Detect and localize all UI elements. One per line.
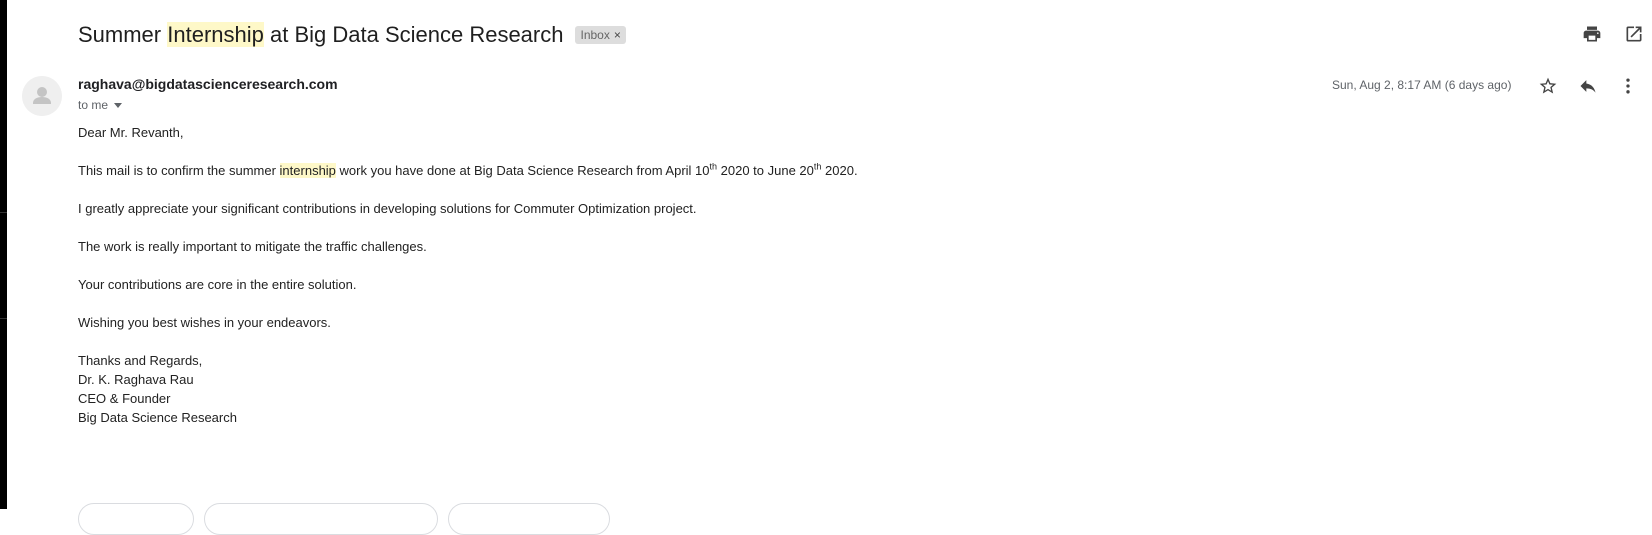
p1-text-c: 2020 to June 20 <box>717 163 814 178</box>
recipient-text: to me <box>78 98 109 112</box>
quick-reply-chips <box>78 503 610 535</box>
body-paragraph-1: This mail is to confirm the summer inter… <box>78 161 1578 180</box>
body-paragraph-3: The work is really important to mitigate… <box>78 239 427 254</box>
p1-text-a: This mail is to confirm the summer <box>78 163 280 178</box>
p1-superscript-1: th <box>709 161 718 172</box>
body-paragraph-4: Your contributions are core in the entir… <box>78 277 357 292</box>
p1-search-highlight: internship <box>279 163 336 178</box>
inbox-label-chip: Inbox × <box>575 26 626 44</box>
p1-text-d: 2020. <box>821 163 858 178</box>
thread-actions <box>1580 22 1646 46</box>
default-avatar-icon <box>22 76 62 116</box>
edge-divider <box>0 212 7 213</box>
signature-line-1: Thanks and Regards, <box>78 353 203 368</box>
reply-icon[interactable] <box>1576 74 1600 98</box>
email-subject: Summer Internship at Big Data Science Re… <box>78 22 563 48</box>
star-icon[interactable] <box>1536 74 1560 98</box>
subject-search-highlight: Internship <box>167 22 264 47</box>
sender-email[interactable]: raghava@bigdatascienceresearch.com <box>78 76 338 92</box>
subject-text-after: at Big Data Science Research <box>263 22 564 47</box>
message-actions <box>1536 74 1640 98</box>
signature-line-3: CEO & Founder <box>78 391 171 406</box>
more-vertical-icon[interactable] <box>1616 74 1640 98</box>
label-text: Inbox <box>580 28 610 42</box>
signature-line-2: Dr. K. Raghava Rau <box>78 372 194 387</box>
subject-text-before: Summer <box>78 22 168 47</box>
edge-divider <box>0 318 7 319</box>
subject-row: Summer Internship at Big Data Science Re… <box>78 18 626 52</box>
quick-reply-chip[interactable] <box>78 503 194 535</box>
body-paragraph-2: I greatly appreciate your significant co… <box>78 201 697 216</box>
print-icon[interactable] <box>1580 22 1604 46</box>
quick-reply-chip[interactable] <box>448 503 610 535</box>
quick-reply-chip[interactable] <box>204 503 438 535</box>
message-date: Sun, Aug 2, 8:17 AM (6 days ago) <box>1332 78 1512 92</box>
email-body: Dear Mr. Revanth, This mail is to confir… <box>78 123 1578 427</box>
sender-avatar[interactable] <box>22 76 62 116</box>
show-details-chevron-icon[interactable] <box>114 102 123 108</box>
remove-label-button[interactable]: × <box>614 28 621 42</box>
greeting: Dear Mr. Revanth, <box>78 125 184 140</box>
window-left-edge <box>0 0 7 509</box>
body-paragraph-5: Wishing you best wishes in your endeavor… <box>78 315 331 330</box>
recipient-line: to me <box>78 98 123 112</box>
signature-line-4: Big Data Science Research <box>78 410 237 425</box>
open-in-new-window-icon[interactable] <box>1622 22 1646 46</box>
p1-text-b: work you have done at Big Data Science R… <box>335 163 710 178</box>
